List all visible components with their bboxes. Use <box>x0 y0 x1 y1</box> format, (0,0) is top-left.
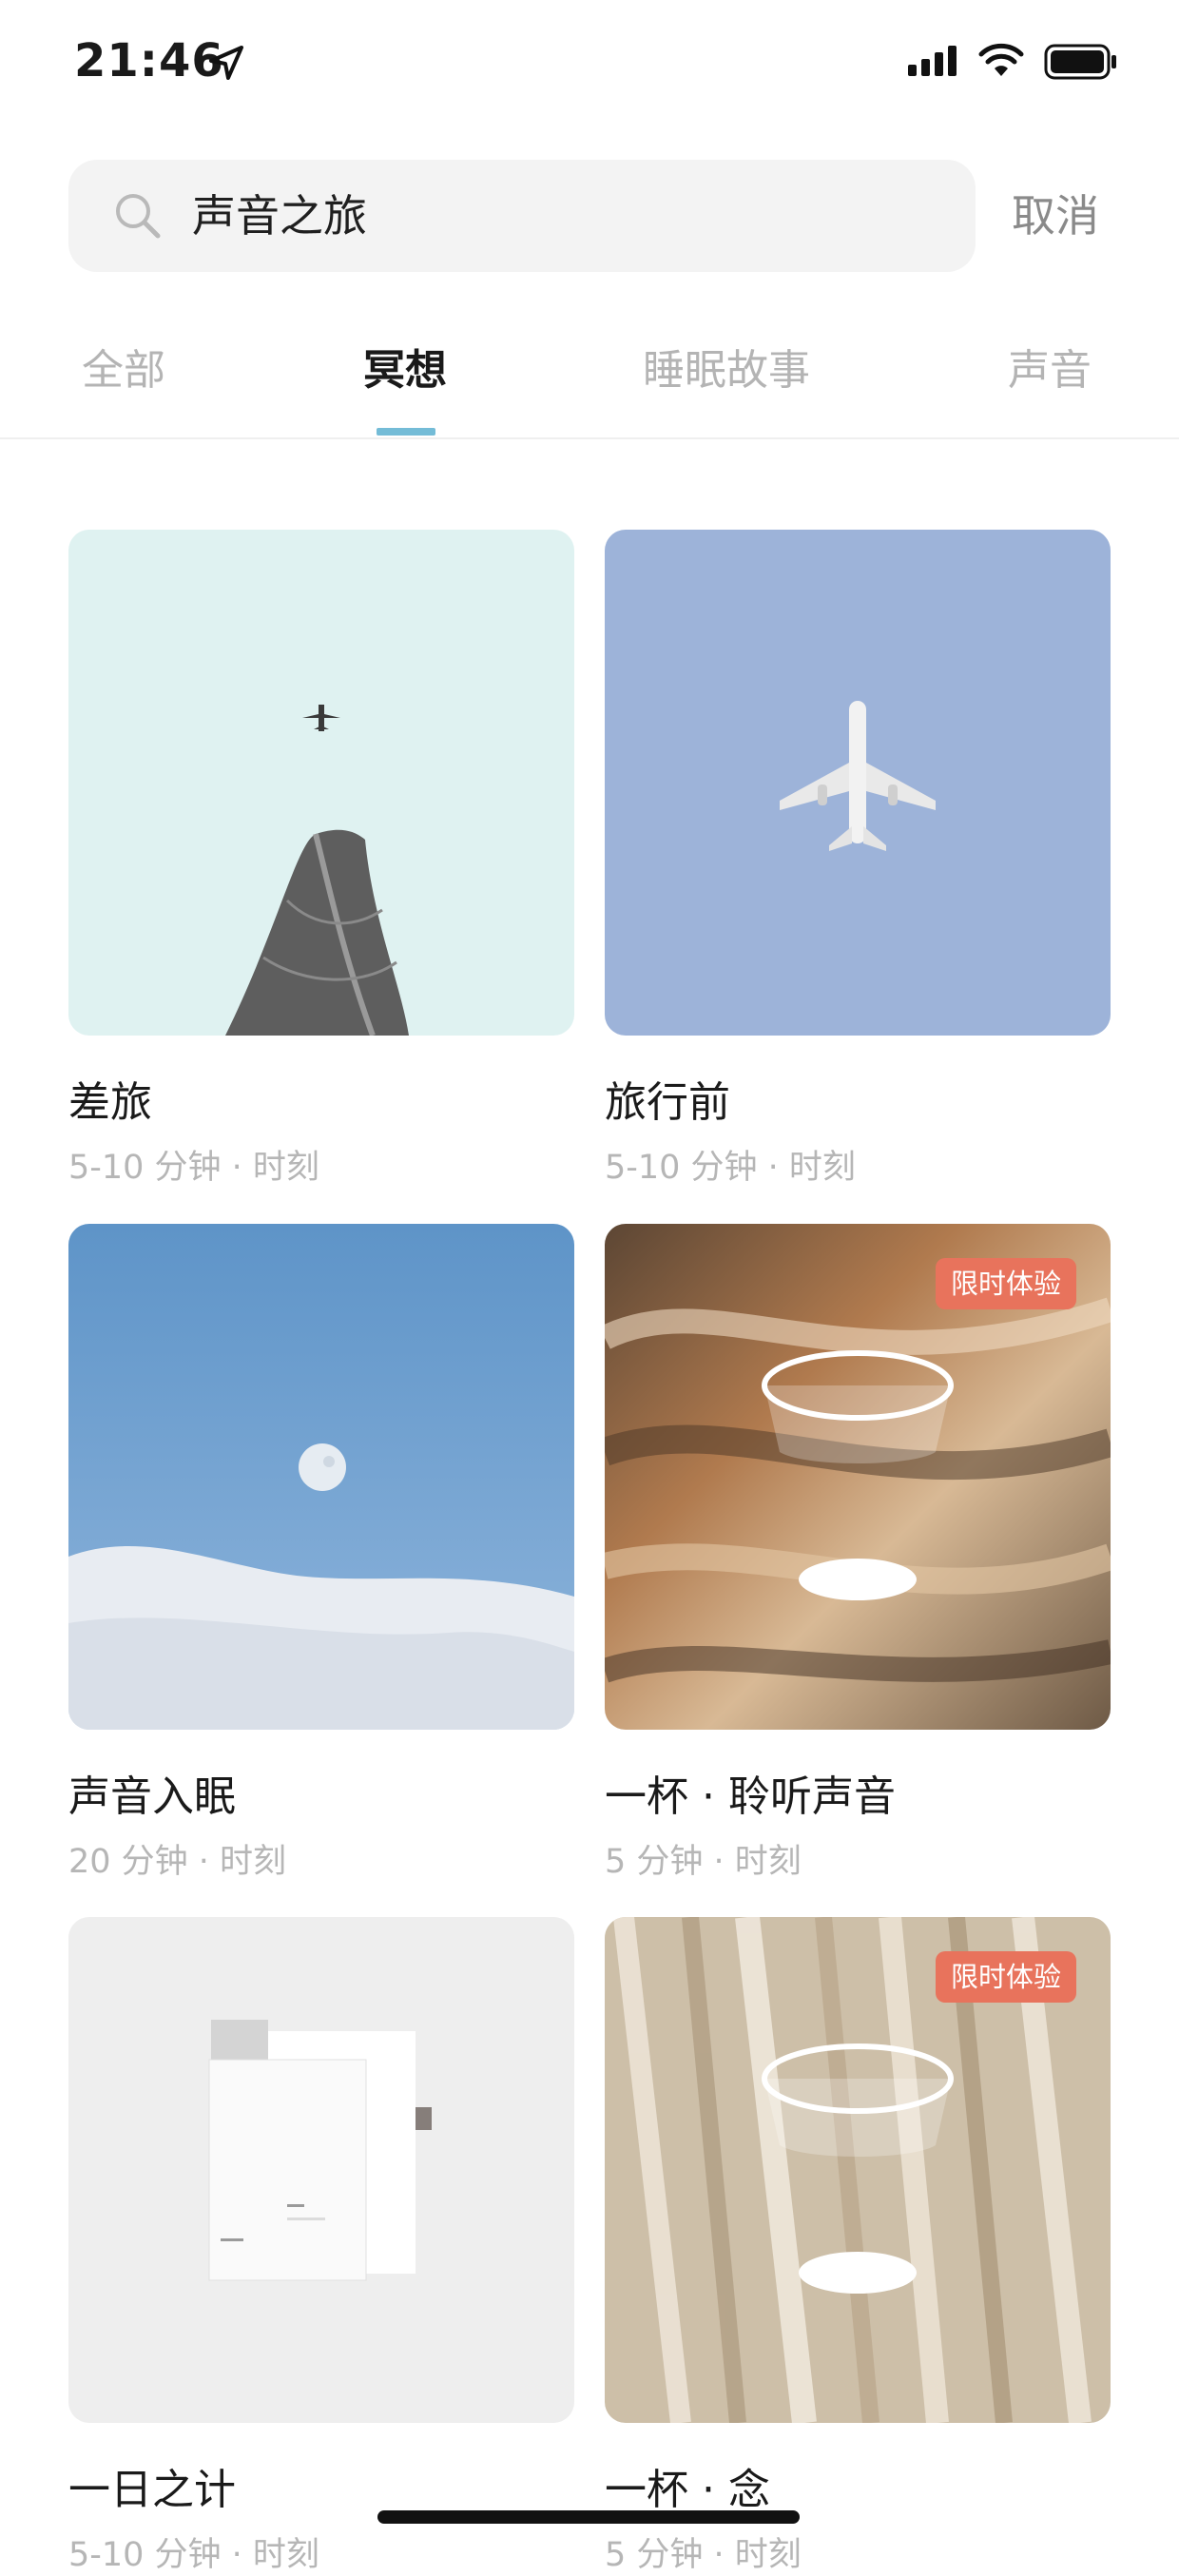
search-input[interactable]: 声音之旅 <box>68 160 976 272</box>
card-title: 一日之计 <box>68 2466 236 2514</box>
cancel-button[interactable]: 取消 <box>1012 160 1099 272</box>
wifi-icon <box>978 43 1024 76</box>
card-title: 一杯 · 聆听声音 <box>605 1772 896 1821</box>
card-sound-sleep[interactable]: 声音入眠 20 分钟 · 时刻 <box>68 1224 574 1883</box>
tab-sleep-stories[interactable]: 睡眠故事 <box>643 333 810 409</box>
status-bar: 21:46 <box>0 0 1179 133</box>
tab-sounds[interactable]: 声音 <box>1008 333 1092 409</box>
card-title: 差旅 <box>68 1078 152 1127</box>
card-one-cup-mindful[interactable]: 限时体验 一杯 · 念 5 分钟 · 时刻 <box>605 1917 1111 2576</box>
card-business-travel[interactable]: 差旅 5-10 分钟 · 时刻 <box>68 530 574 1189</box>
card-image <box>68 1917 574 2423</box>
limited-trial-badge: 限时体验 <box>935 1951 1076 2003</box>
card-image <box>68 530 574 1036</box>
limited-trial-badge: 限时体验 <box>935 1258 1076 1309</box>
card-one-cup-listen[interactable]: 限时体验 一杯 · 聆听声音 5 分钟 · 时刻 <box>605 1224 1111 1883</box>
card-meta: 20 分钟 · 时刻 <box>68 1843 287 1881</box>
card-title: 旅行前 <box>605 1078 730 1127</box>
tab-meditation[interactable]: 冥想 <box>363 333 447 409</box>
card-meta: 5 分钟 · 时刻 <box>605 1843 802 1881</box>
card-before-travel[interactable]: 旅行前 5-10 分钟 · 时刻 <box>605 530 1111 1189</box>
tab-all[interactable]: 全部 <box>82 333 165 409</box>
battery-icon <box>1044 44 1116 80</box>
search-query[interactable]: 声音之旅 <box>192 160 367 272</box>
card-image <box>605 530 1111 1036</box>
card-morning-plan[interactable]: 一日之计 5-10 分钟 · 时刻 <box>68 1917 574 2576</box>
status-time: 21:46 <box>74 34 224 87</box>
location-arrow-icon <box>209 46 243 80</box>
search-icon <box>116 194 161 239</box>
card-meta: 5-10 分钟 · 时刻 <box>605 1149 856 1187</box>
card-image: 限时体验 <box>605 1224 1111 1730</box>
card-title: 声音入眠 <box>68 1772 236 1821</box>
card-image: 限时体验 <box>605 1917 1111 2423</box>
active-tab-indicator <box>377 428 435 436</box>
home-indicator[interactable] <box>377 2510 800 2524</box>
card-title: 一杯 · 念 <box>605 2466 770 2514</box>
signal-icon <box>908 46 957 76</box>
category-tabs: 全部 冥想 睡眠故事 声音 <box>0 333 1179 439</box>
card-image <box>68 1224 574 1730</box>
card-meta: 5-10 分钟 · 时刻 <box>68 1149 319 1187</box>
